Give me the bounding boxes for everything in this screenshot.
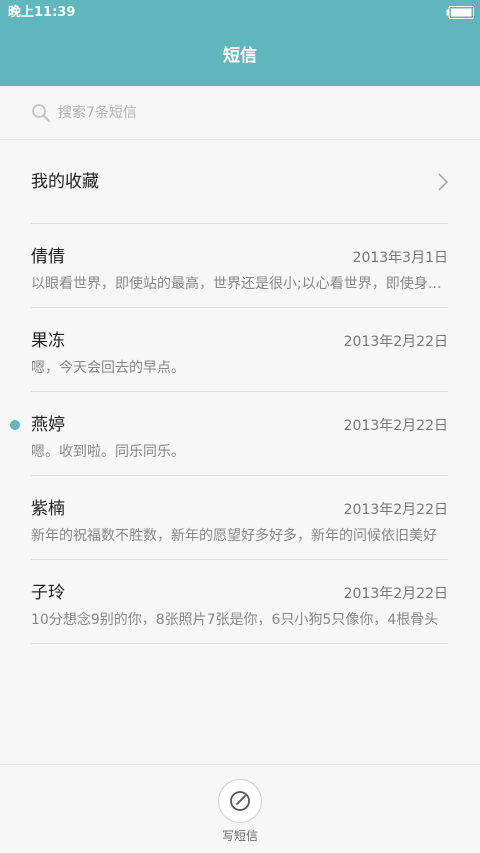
favorites-row[interactable]: 我的收藏 bbox=[0, 140, 480, 223]
message-row[interactable]: 燕婷 2013年2月22日 嗯。收到啦。同乐同乐。 bbox=[0, 392, 480, 476]
page-title: 短信 bbox=[223, 46, 257, 66]
contact-name: 果冻 bbox=[31, 331, 65, 351]
sms-app-screen: 晚上11:39 短信 搜索7条短信 我的收藏 倩倩 2013年3月1日 以眼看世… bbox=[0, 0, 480, 853]
search-icon bbox=[32, 104, 50, 122]
unread-indicator bbox=[10, 420, 20, 430]
divider bbox=[31, 643, 448, 644]
battery-icon bbox=[446, 6, 474, 19]
bottom-bar: 写短信 bbox=[0, 764, 480, 853]
compose-label: 写短信 bbox=[221, 829, 258, 843]
contact-name: 紫楠 bbox=[31, 499, 65, 519]
contact-name: 子玲 bbox=[31, 583, 65, 603]
message-date: 2013年2月22日 bbox=[343, 334, 448, 350]
title-bar: 短信 bbox=[0, 26, 480, 86]
compose-button[interactable] bbox=[218, 779, 262, 823]
message-date: 2013年3月1日 bbox=[352, 250, 448, 266]
message-preview: 新年的祝福数不胜数，新年的愿望好多好多，新年的问候依旧美好 bbox=[31, 528, 437, 544]
message-preview: 嗯。收到啦。同乐同乐。 bbox=[31, 444, 185, 460]
contact-name: 倩倩 bbox=[31, 247, 65, 267]
message-preview: 嗯，今天会回去的早点。 bbox=[31, 360, 185, 376]
search-bar[interactable]: 搜索7条短信 bbox=[0, 86, 480, 140]
chevron-right-icon bbox=[438, 173, 449, 191]
contact-name: 燕婷 bbox=[31, 415, 65, 435]
message-date: 2013年2月22日 bbox=[343, 502, 448, 518]
status-time: 晚上11:39 bbox=[8, 5, 76, 20]
message-row[interactable]: 子玲 2013年2月22日 10分想念9别的你，8张照片7张是你，6只小狗5只像… bbox=[0, 560, 480, 644]
search-placeholder: 搜索7条短信 bbox=[58, 105, 137, 121]
message-row[interactable]: 紫楠 2013年2月22日 新年的祝福数不胜数，新年的愿望好多好多，新年的问候依… bbox=[0, 476, 480, 560]
message-preview: 以眼看世界，即使站的最高，世界还是很小;以心看世界，即使身处最低，世界也依然很大 bbox=[31, 276, 451, 292]
message-date: 2013年2月22日 bbox=[343, 418, 448, 434]
favorites-label: 我的收藏 bbox=[31, 172, 99, 192]
status-bar: 晚上11:39 bbox=[0, 0, 480, 26]
compose-icon bbox=[230, 791, 250, 811]
message-preview: 10分想念9别的你，8张照片7张是你，6只小狗5只像你，4根骨头 bbox=[31, 612, 439, 628]
message-row[interactable]: 果冻 2013年2月22日 嗯，今天会回去的早点。 bbox=[0, 308, 480, 392]
message-row[interactable]: 倩倩 2013年3月1日 以眼看世界，即使站的最高，世界还是很小;以心看世界，即… bbox=[0, 224, 480, 308]
message-date: 2013年2月22日 bbox=[343, 586, 448, 602]
